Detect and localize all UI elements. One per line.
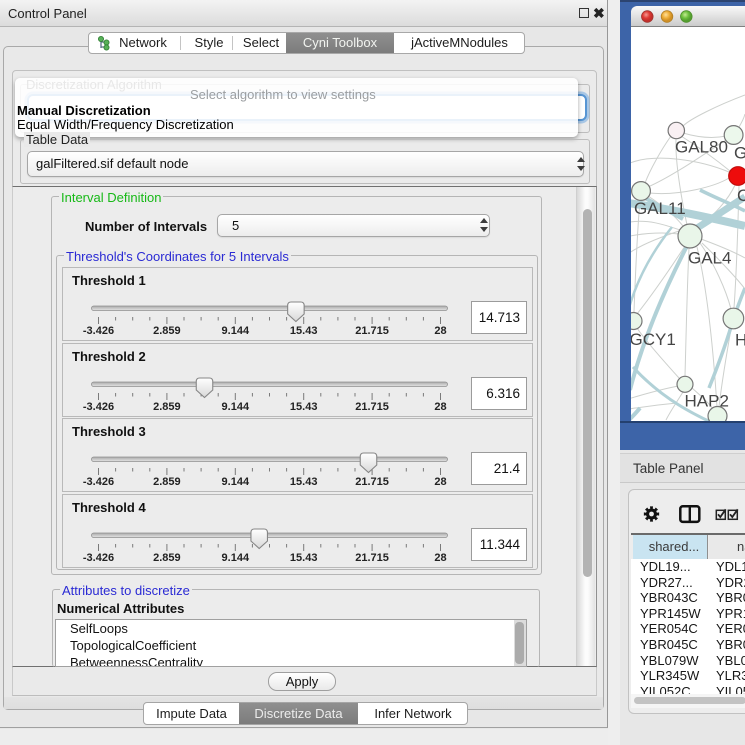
svg-text:15.43: 15.43 — [290, 476, 318, 488]
svg-text:GAL11: GAL11 — [634, 199, 686, 218]
svg-text:HI: HI — [735, 331, 745, 350]
svg-text:2.859: 2.859 — [153, 325, 181, 337]
svg-text:9.144: 9.144 — [222, 401, 250, 413]
svg-text:-3.426: -3.426 — [83, 552, 114, 564]
svg-text:9.144: 9.144 — [222, 552, 250, 564]
svg-text:2.859: 2.859 — [153, 401, 181, 413]
svg-text:28: 28 — [434, 325, 446, 337]
svg-text:9.144: 9.144 — [222, 476, 250, 488]
svg-text:GCY1: GCY1 — [631, 330, 676, 349]
svg-text:28: 28 — [434, 476, 446, 488]
svg-text:9.144: 9.144 — [222, 325, 250, 337]
svg-text:15.43: 15.43 — [290, 325, 318, 337]
svg-text:21.715: 21.715 — [355, 552, 389, 564]
svg-text:21.715: 21.715 — [355, 401, 389, 413]
svg-text:2.859: 2.859 — [153, 552, 181, 564]
svg-text:15.43: 15.43 — [290, 552, 318, 564]
svg-text:-3.426: -3.426 — [83, 476, 114, 488]
svg-text:15.43: 15.43 — [290, 401, 318, 413]
svg-text:GAL80: GAL80 — [675, 138, 728, 157]
svg-text:21.715: 21.715 — [355, 325, 389, 337]
svg-text:-3.426: -3.426 — [83, 325, 114, 337]
svg-text:GAL4: GAL4 — [688, 249, 731, 268]
svg-text:CD: CD — [737, 186, 745, 205]
svg-text:HAP2: HAP2 — [685, 392, 729, 411]
svg-text:-3.426: -3.426 — [83, 401, 114, 413]
svg-text:28: 28 — [434, 552, 446, 564]
svg-text:2.859: 2.859 — [153, 476, 181, 488]
svg-text:28: 28 — [434, 401, 446, 413]
svg-text:GA: GA — [734, 144, 745, 163]
svg-text:21.715: 21.715 — [355, 476, 389, 488]
